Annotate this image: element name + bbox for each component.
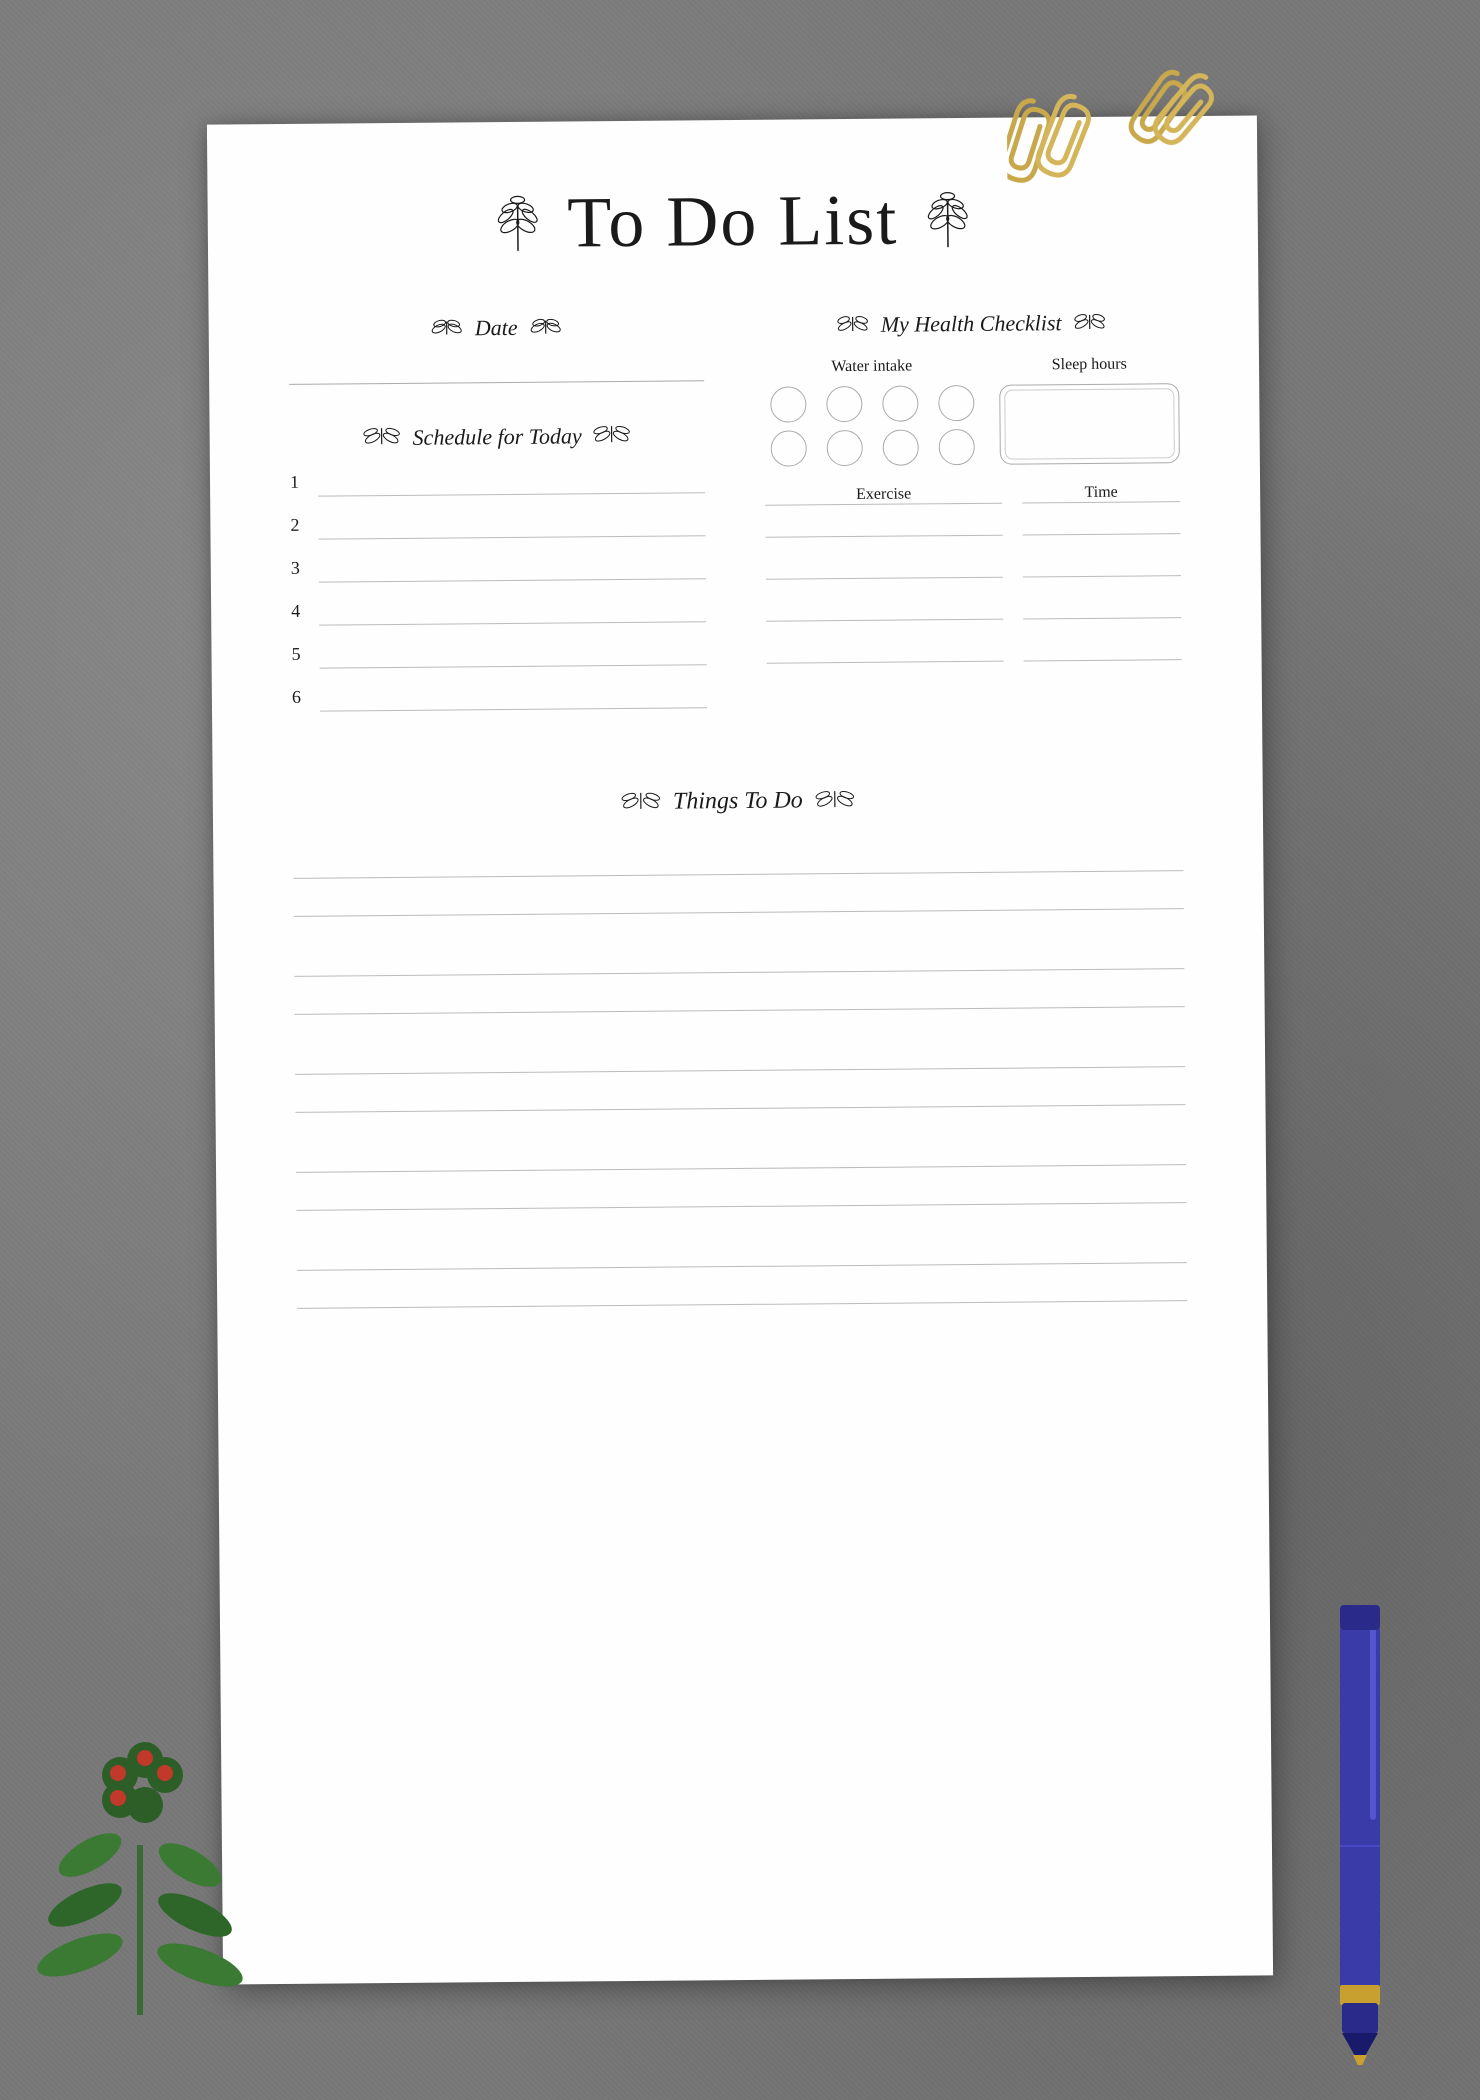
water-sleep-row: Water intake Sleep h — [764, 355, 1180, 467]
schedule-section: Schedule for Today 1 — [290, 421, 707, 712]
water-circle-4[interactable] — [938, 385, 974, 421]
exercise-row-2 — [766, 552, 1181, 580]
things-line-2b[interactable] — [294, 977, 1184, 1015]
schedule-line-4[interactable] — [319, 598, 706, 625]
things-section: Things To Do — [293, 784, 1188, 1339]
things-line-1a[interactable] — [293, 841, 1183, 879]
schedule-number-5: 5 — [291, 644, 307, 669]
schedule-line-1[interactable] — [318, 469, 705, 496]
things-line-pair-5 — [297, 1233, 1188, 1309]
title-leaf-left — [487, 186, 548, 262]
exercise-section: Exercise Time — [765, 483, 1182, 664]
things-leaf-left — [617, 789, 665, 816]
exercise-row-3 — [766, 594, 1181, 622]
pen-decoration — [1320, 1545, 1400, 2070]
schedule-item-3: 3 — [291, 554, 706, 583]
date-leaf-right — [525, 315, 565, 340]
exercise-field-3[interactable] — [766, 596, 1003, 622]
schedule-number-2: 2 — [290, 515, 306, 540]
sleep-box[interactable] — [1000, 383, 1180, 465]
water-circle-5[interactable] — [771, 430, 807, 466]
exercise-field-2[interactable] — [766, 554, 1003, 580]
things-line-pair-3 — [295, 1037, 1186, 1113]
water-circle-3[interactable] — [882, 385, 918, 421]
sleep-col: Sleep hours — [999, 355, 1179, 465]
things-line-3a[interactable] — [295, 1037, 1185, 1075]
schedule-item-5: 5 — [291, 640, 706, 669]
water-label: Water intake — [764, 357, 980, 377]
schedule-number-1: 1 — [290, 472, 306, 497]
things-line-4b[interactable] — [296, 1173, 1186, 1211]
things-line-5a[interactable] — [297, 1233, 1187, 1271]
things-lines — [293, 841, 1187, 1339]
water-circle-1[interactable] — [770, 386, 806, 422]
schedule-line-2[interactable] — [318, 512, 705, 539]
right-column: My Health Checklist Water — [764, 309, 1183, 738]
schedule-item-4: 4 — [291, 597, 706, 626]
date-section: Date — [289, 313, 705, 385]
things-line-1b[interactable] — [294, 879, 1184, 917]
schedule-line-3[interactable] — [319, 555, 706, 582]
time-label-col: Time — [1022, 483, 1180, 503]
things-label: Things To Do — [673, 787, 803, 815]
schedule-line-6[interactable] — [320, 684, 707, 711]
exercise-field-1[interactable] — [765, 512, 1002, 538]
schedule-item-2: 2 — [290, 511, 705, 540]
exercise-row-1 — [765, 510, 1180, 538]
water-circle-8[interactable] — [938, 429, 974, 465]
schedule-item-6: 6 — [292, 683, 707, 712]
time-field-1[interactable] — [1022, 510, 1180, 535]
schedule-number-3: 3 — [291, 558, 307, 583]
exercise-field-4[interactable] — [766, 638, 1003, 664]
things-line-2a[interactable] — [294, 939, 1184, 977]
schedule-item-1: 1 — [290, 468, 705, 497]
things-line-5b[interactable] — [297, 1271, 1187, 1309]
health-leaf-right — [1069, 310, 1109, 335]
health-header: My Health Checklist — [764, 309, 1179, 339]
schedule-number-6: 6 — [292, 687, 308, 712]
schedule-line-5[interactable] — [319, 641, 706, 668]
water-col: Water intake — [764, 357, 980, 467]
things-leaf-right — [811, 787, 859, 814]
page-title: To Do List — [567, 179, 899, 265]
schedule-header: Schedule for Today — [290, 421, 705, 452]
schedule-number-4: 4 — [291, 601, 307, 626]
things-line-pair-4 — [296, 1135, 1187, 1211]
left-column: Date — [289, 313, 708, 742]
water-circles — [764, 385, 980, 467]
schedule-leaf-right — [590, 422, 635, 449]
exercise-label-col: Exercise — [765, 485, 1002, 506]
schedule-label: Schedule for Today — [412, 423, 581, 450]
paper: To Do List — [207, 115, 1273, 1984]
things-line-pair-2 — [294, 939, 1185, 1015]
time-field-4[interactable] — [1023, 636, 1181, 661]
health-section: My Health Checklist Water — [764, 309, 1182, 664]
sleep-label: Sleep hours — [999, 355, 1179, 375]
date-label: Date — [475, 315, 518, 341]
water-circle-6[interactable] — [826, 430, 862, 466]
exercise-col-label: Exercise — [856, 485, 911, 506]
things-line-4a[interactable] — [296, 1135, 1186, 1173]
water-circle-2[interactable] — [826, 386, 862, 422]
things-header: Things To Do — [293, 784, 1183, 819]
schedule-leaf-left — [359, 424, 404, 451]
time-field-3[interactable] — [1023, 594, 1181, 619]
time-col-label: Time — [1084, 484, 1117, 505]
things-line-3b[interactable] — [295, 1075, 1185, 1113]
plant-decoration — [30, 1695, 250, 2020]
date-leaf-left — [427, 316, 467, 341]
title-leaf-right — [918, 182, 979, 258]
things-line-pair-1 — [293, 841, 1184, 917]
health-leaf-left — [833, 312, 873, 337]
date-field[interactable] — [289, 351, 704, 385]
water-circle-7[interactable] — [882, 429, 918, 465]
date-header: Date — [289, 313, 704, 343]
exercise-row-4 — [766, 636, 1181, 664]
time-field-2[interactable] — [1023, 552, 1181, 577]
health-label: My Health Checklist — [881, 310, 1062, 338]
exercise-header-row: Exercise Time — [765, 483, 1180, 506]
